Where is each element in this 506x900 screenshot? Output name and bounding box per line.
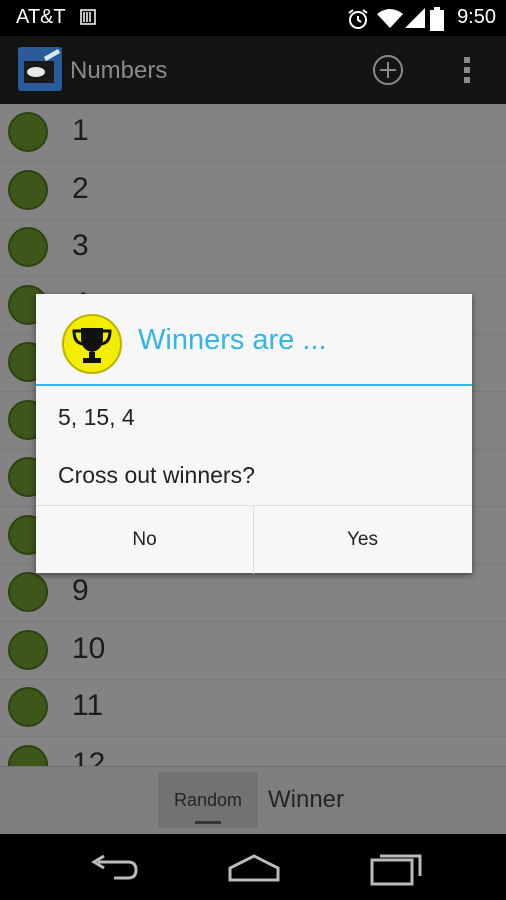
battery-icon <box>430 7 444 31</box>
dialog-title: Winners are ... <box>138 324 327 356</box>
winners-text: 5, 15, 4 <box>58 404 135 430</box>
clock: 9:50 <box>457 6 496 28</box>
status-bar: AT&T 9:50 <box>0 0 506 36</box>
back-icon[interactable] <box>84 846 144 890</box>
winners-dialog: Winners are ... 5, 15, 4 Cross out winne… <box>36 294 472 574</box>
overflow-menu-icon[interactable] <box>462 56 472 84</box>
add-circle-icon[interactable] <box>372 54 404 86</box>
app-title: Numbers <box>70 57 168 84</box>
signal-icon <box>405 8 425 28</box>
wifi-icon <box>377 9 403 28</box>
recent-apps-icon[interactable] <box>366 846 426 890</box>
no-button[interactable]: No <box>36 506 253 574</box>
trophy-icon <box>62 314 122 374</box>
carrier-label: AT&T <box>16 6 66 28</box>
dialog-question: Cross out winners? <box>58 462 255 488</box>
alarm-icon <box>348 9 368 29</box>
home-icon[interactable] <box>224 846 284 890</box>
app-icon[interactable] <box>18 47 62 91</box>
yes-button[interactable]: Yes <box>254 506 471 574</box>
dialog-title-divider <box>36 384 472 386</box>
sim-card-icon <box>80 9 96 25</box>
dialog-button-bar: No Yes <box>36 505 472 574</box>
